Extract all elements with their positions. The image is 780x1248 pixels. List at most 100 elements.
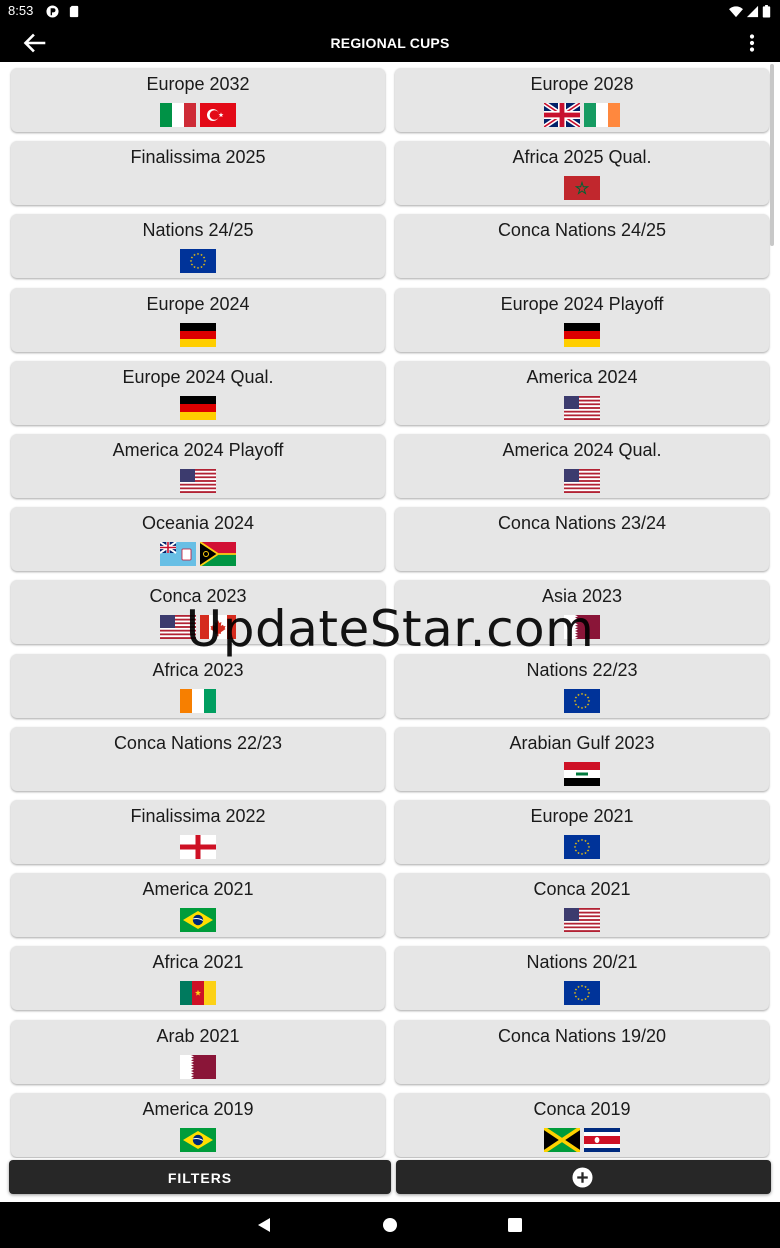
cup-name: Conca 2019: [533, 1098, 631, 1119]
flag-uk-icon: [544, 103, 580, 127]
cup-card[interactable]: Asia 2023: [395, 580, 769, 645]
cup-card[interactable]: Conca 2023: [11, 580, 385, 645]
cup-flags: [11, 1127, 385, 1152]
cup-name: Europe 2021: [530, 806, 634, 826]
add-button[interactable]: [396, 1160, 771, 1194]
cup-card[interactable]: Europe 2024 Playoff: [395, 287, 769, 352]
cup-card[interactable]: Oceania 2024: [11, 507, 385, 572]
cup-name: America 2024 Qual.: [502, 440, 662, 460]
wifi-icon: [729, 6, 743, 18]
signal-icon: [746, 5, 759, 18]
cup-flags: [395, 761, 769, 786]
cup-card[interactable]: Nations 22/23: [395, 653, 769, 718]
app-bar: REGIONAL CUPS: [0, 24, 780, 62]
cup-name: Finalissima 2025: [130, 147, 266, 168]
scrollbar-thumb[interactable]: [770, 64, 774, 246]
cup-name: Europe 2024 Playoff: [500, 293, 664, 314]
flag-turkey-icon: [200, 103, 236, 127]
cup-card[interactable]: Africa 2023: [11, 653, 385, 718]
cup-name: Asia 2023: [541, 586, 623, 607]
cup-name: Europe 2032: [146, 74, 250, 94]
flag-germany-icon: [180, 395, 216, 420]
flag-iraq-icon: [564, 761, 600, 786]
cup-card[interactable]: Arabian Gulf 2023: [395, 726, 769, 791]
cup-card[interactable]: Europe 2024: [11, 287, 385, 352]
cups-grid: Europe 2032 Europe 2028 Finalissima 2025 Af…: [0, 62, 780, 1158]
notification-app-icon: [46, 5, 59, 18]
cup-card[interactable]: Europe 2024 Qual.: [11, 360, 385, 425]
cup-card[interactable]: Africa 2025 Qual.: [395, 141, 769, 206]
cup-card[interactable]: Nations 20/21: [395, 946, 769, 1011]
cup-card[interactable]: Europe 2032: [11, 68, 385, 132]
cup-flags: [395, 908, 769, 933]
cup-flags: [11, 1054, 385, 1079]
cup-flags: [11, 615, 385, 640]
cup-card[interactable]: Conca Nations 23/24: [395, 507, 769, 572]
nav-home-icon[interactable]: [382, 1217, 398, 1233]
cup-card[interactable]: Nations 24/25: [11, 214, 385, 279]
cup-card[interactable]: Conca Nations 24/25: [395, 214, 769, 279]
more-vert-icon[interactable]: [746, 33, 758, 53]
nav-back-icon[interactable]: [256, 1217, 272, 1233]
cup-card[interactable]: America 2024 Qual.: [395, 434, 769, 498]
cup-card[interactable]: Conca Nations 19/20: [395, 1019, 769, 1084]
cup-card[interactable]: America 2021: [11, 873, 385, 938]
filters-button[interactable]: FILTERS: [9, 1160, 391, 1194]
cup-card[interactable]: Arab 2021: [11, 1019, 385, 1084]
cup-card[interactable]: Europe 2028: [395, 68, 769, 132]
cup-name: Arab 2021: [156, 1025, 240, 1046]
cup-name: Conca Nations 23/24: [497, 513, 667, 534]
cup-name: Europe 2028: [530, 74, 634, 94]
cup-flags: [395, 176, 769, 201]
flag-germany-icon: [180, 322, 216, 347]
flag-costa-rica-icon: [584, 1127, 620, 1152]
flag-vanuatu-icon: [200, 542, 236, 567]
cup-name: Conca Nations 22/23: [113, 732, 283, 753]
cup-card[interactable]: Conca 2019: [395, 1092, 769, 1157]
cup-name: Conca Nations 19/20: [497, 1025, 667, 1046]
cup-flags: [11, 469, 385, 493]
cup-card[interactable]: Europe 2021: [395, 800, 769, 864]
cup-card[interactable]: America 2024 Playoff: [11, 434, 385, 498]
status-bar: 8:53: [0, 0, 780, 24]
cup-name: Conca Nations 24/25: [497, 220, 667, 241]
cup-flags: [395, 1127, 769, 1152]
cup-card[interactable]: Africa 2021: [11, 946, 385, 1011]
cup-flags: [395, 249, 769, 273]
cup-name: Nations 22/23: [526, 659, 638, 680]
flag-qatar-icon: [180, 1054, 216, 1079]
cup-card[interactable]: Finalissima 2025: [11, 141, 385, 206]
cup-card[interactable]: America 2024: [395, 360, 769, 425]
cup-flags: [395, 322, 769, 347]
cup-name: Oceania 2024: [141, 513, 255, 534]
add-circle-icon: [572, 1167, 593, 1188]
cup-flags: [11, 835, 385, 859]
flag-usa-icon: [564, 908, 600, 933]
cup-flags: [11, 395, 385, 420]
flag-jamaica-icon: [544, 1127, 580, 1152]
cup-card[interactable]: Finalissima 2022: [11, 800, 385, 864]
cup-card[interactable]: Conca 2021: [395, 873, 769, 938]
cup-card[interactable]: Conca Nations 22/23: [11, 726, 385, 791]
cup-flags: [11, 542, 385, 567]
cup-flags: [11, 688, 385, 713]
cup-name: America 2021: [142, 879, 254, 900]
flag-canada-icon: [200, 615, 236, 640]
cup-name: Africa 2025 Qual.: [512, 147, 652, 168]
nav-recents-icon[interactable]: [507, 1217, 523, 1233]
cup-name: Nations 20/21: [526, 952, 638, 973]
page-title: REGIONAL CUPS: [330, 35, 450, 51]
cup-flags: [11, 981, 385, 1006]
flag-usa-icon: [564, 395, 600, 420]
cup-name: Conca 2023: [149, 586, 247, 607]
filters-button-label: FILTERS: [167, 1170, 233, 1186]
flag-brazil-icon: [180, 1127, 216, 1152]
flag-eu-icon: [564, 981, 600, 1006]
cup-flags: [395, 395, 769, 420]
cup-name: America 2024: [526, 366, 638, 387]
flag-eu-icon: [564, 835, 600, 859]
flag-eu-icon: [564, 688, 600, 713]
status-time: 8:53: [8, 3, 34, 18]
flag-eu-icon: [180, 249, 216, 274]
cup-card[interactable]: America 2019: [11, 1092, 385, 1157]
